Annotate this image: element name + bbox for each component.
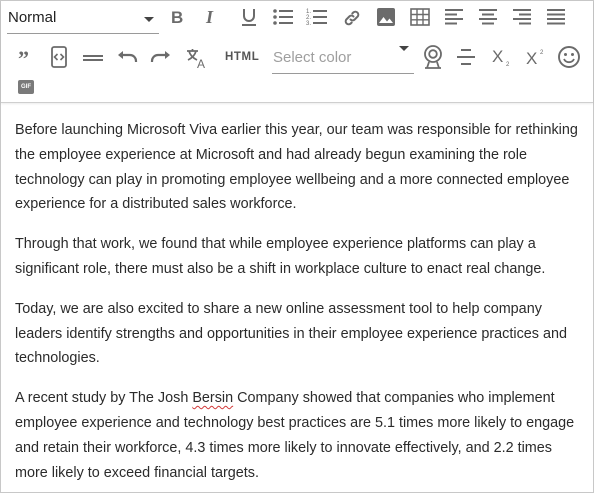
color-dropdown-placeholder: Select color [273, 49, 352, 66]
svg-text:3.: 3. [306, 21, 311, 27]
underline-icon[interactable] [237, 5, 261, 29]
paragraph-4-start: A recent study by The Josh [15, 390, 193, 407]
svg-text:2: 2 [540, 50, 544, 56]
gif-icon[interactable]: GIF [18, 80, 34, 94]
svg-text:X: X [526, 49, 537, 68]
code-view-icon[interactable] [47, 45, 71, 69]
undo-icon[interactable] [115, 46, 139, 70]
table-icon[interactable] [408, 5, 432, 29]
svg-text:B: B [171, 8, 183, 27]
paragraph-4[interactable]: A recent study by The Josh Bersin Compan… [15, 386, 585, 485]
rich-text-editor: Normal B I 1. 2. 3. ” A HTML Select colo… [0, 0, 594, 493]
link-icon[interactable] [340, 6, 364, 30]
subscript-icon[interactable]: X2 [490, 45, 516, 69]
misspelled-word[interactable]: Bersin [192, 390, 233, 406]
image-icon[interactable] [374, 5, 398, 29]
horizontal-rule-icon[interactable] [81, 46, 105, 70]
superscript-icon[interactable]: X2 [524, 45, 550, 69]
translate-icon[interactable]: A [184, 45, 210, 71]
bold-icon[interactable]: B [165, 5, 189, 29]
svg-text:A: A [197, 57, 205, 70]
svg-text:2: 2 [506, 62, 510, 68]
italic-icon[interactable]: I [199, 5, 223, 29]
svg-text:”: ” [18, 49, 29, 67]
webcam-icon[interactable] [420, 44, 446, 70]
numbered-list-icon[interactable]: 1. 2. 3. [305, 5, 329, 29]
format-dropdown-value: Normal [8, 9, 57, 26]
align-right-icon[interactable] [510, 5, 534, 29]
html-button[interactable]: HTML [225, 51, 259, 63]
quote-icon[interactable]: ” [13, 46, 37, 70]
svg-text:I: I [205, 7, 214, 27]
redo-icon[interactable] [149, 46, 173, 70]
strikethrough-icon[interactable] [454, 45, 478, 69]
align-center-icon[interactable] [476, 5, 500, 29]
paragraph-2[interactable]: Through that work, we found that while e… [15, 232, 585, 282]
justify-icon[interactable] [544, 5, 568, 29]
align-left-icon[interactable] [442, 5, 466, 29]
svg-text:X: X [492, 47, 503, 66]
gif-label: GIF [21, 84, 31, 90]
color-dropdown[interactable]: Select color [272, 44, 414, 74]
editor-content[interactable]: Before launching Microsoft Viva earlier … [15, 118, 585, 500]
bullet-list-icon[interactable] [271, 5, 295, 29]
editor-toolbar: Normal B I 1. 2. 3. ” A HTML Select colo… [1, 1, 593, 103]
chevron-down-icon [144, 17, 154, 22]
chevron-down-icon [399, 46, 409, 51]
paragraph-3[interactable]: Today, we are also excited to share a ne… [15, 297, 585, 371]
emoji-icon[interactable] [556, 44, 582, 70]
format-dropdown[interactable]: Normal [7, 5, 159, 34]
paragraph-1[interactable]: Before launching Microsoft Viva earlier … [15, 118, 585, 217]
